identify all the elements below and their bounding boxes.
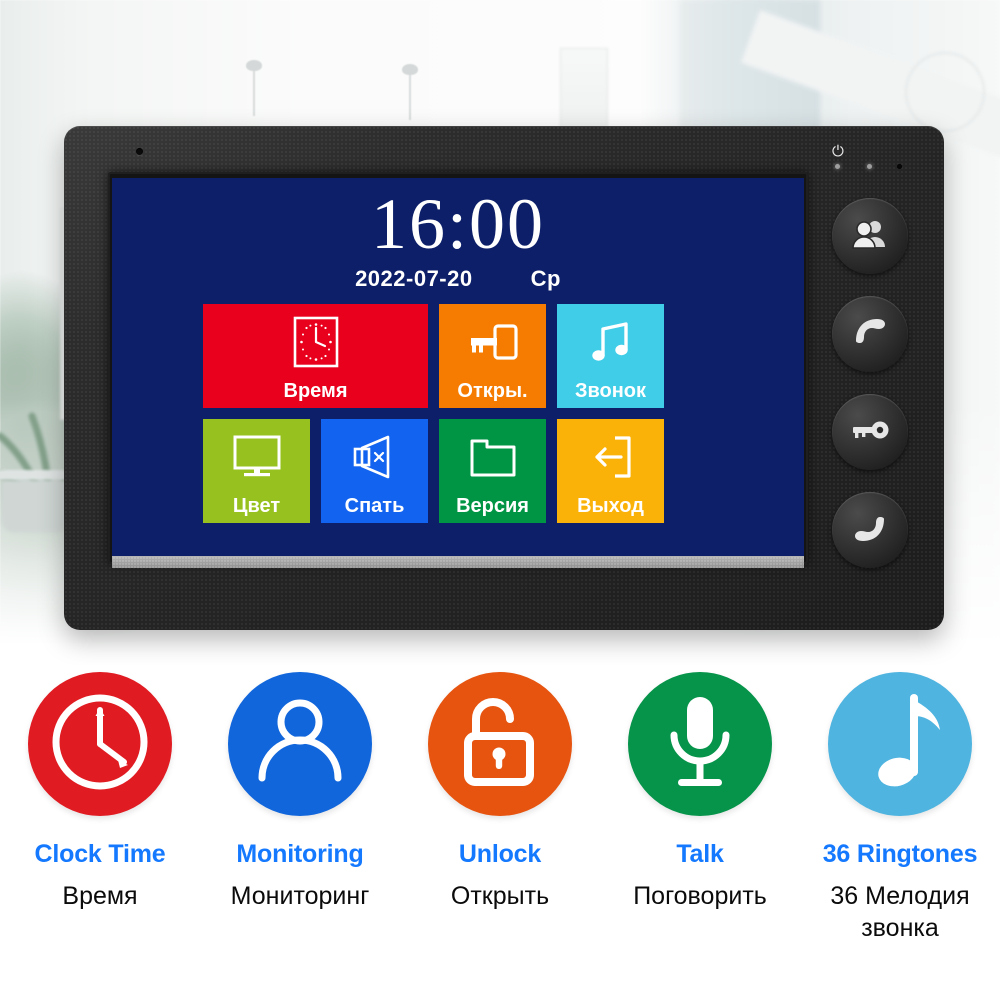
tile-label: Выход	[577, 495, 644, 517]
feature-icon-badge	[228, 672, 372, 816]
power-icon: ⏻	[832, 143, 844, 160]
tile-label: Откры.	[457, 380, 528, 402]
folder-icon	[439, 419, 546, 495]
menu-row-bottom: Цвет Спать Версия Выход	[203, 419, 715, 523]
feature-icon-badge	[428, 672, 572, 816]
feature-label-ru: Открыть	[450, 882, 550, 910]
talk-button[interactable]	[832, 296, 908, 372]
tile-time[interactable]: Время	[203, 304, 428, 408]
person-icon	[248, 690, 352, 799]
tile-ringtone[interactable]: Звонок	[557, 304, 664, 408]
screen-bottom-strip	[112, 556, 804, 568]
feature-label-ru: Поговорить	[633, 882, 767, 910]
feature-label-en: 36 Ringtones	[822, 840, 978, 868]
tile-label: Версия	[456, 495, 529, 517]
handset-up-icon	[851, 317, 889, 352]
handset-down-icon	[851, 513, 889, 548]
tile-version[interactable]: Версия	[439, 419, 546, 523]
intercom-monitor-device: ⏻ 16:00 2022-07-20 Ср Время Откры. Звоно…	[64, 126, 944, 630]
exit-icon	[557, 419, 664, 495]
feature-icon-badge	[28, 672, 172, 816]
music-note-icon	[852, 690, 948, 799]
room-pendant-lamp	[402, 64, 418, 120]
tile-sleep[interactable]: Спать	[321, 419, 428, 523]
room-pendant-lamp	[246, 60, 262, 116]
feature-label-ru: Мониторинг	[230, 882, 370, 910]
status-led	[867, 164, 872, 169]
feature-unlock: Unlock Открыть	[400, 672, 600, 1000]
tile-label: Время	[283, 380, 348, 402]
clock-time: 16:00	[370, 184, 545, 264]
open-lock-icon	[450, 690, 550, 799]
product-photo-stage: ⏻ 16:00 2022-07-20 Ср Время Откры. Звоно…	[0, 0, 1000, 665]
clock-icon	[46, 688, 154, 801]
monitor-button[interactable]	[832, 198, 908, 274]
feature-ringtones: 36 Ringtones 36 Мелодия звонка	[800, 672, 1000, 1000]
menu-tile-grid: Время Откры. Звонок Цвет Спать Версия Вы…	[203, 304, 715, 523]
microphone-icon	[652, 689, 748, 800]
clock-weekday: Ср	[530, 266, 561, 291]
power-indicator-cluster: ⏻	[828, 144, 938, 176]
status-led	[835, 164, 840, 169]
hangup-button[interactable]	[832, 492, 908, 568]
key-icon	[439, 304, 546, 380]
microphone-hole-icon	[136, 148, 143, 155]
feature-label-en: Unlock	[458, 840, 542, 868]
clock-date-row: 2022-07-20 Ср	[112, 266, 804, 292]
tile-label: Звонок	[574, 380, 647, 402]
room-flower-pot	[2, 480, 68, 532]
monitor-icon	[203, 419, 310, 495]
music-icon	[557, 304, 664, 380]
tile-exit[interactable]: Выход	[557, 419, 664, 523]
feature-label-ru: 36 Мелодия звонка	[830, 882, 970, 942]
feature-talk: Talk Поговорить	[600, 672, 800, 1000]
feature-clock-time: Clock Time Время	[0, 672, 200, 1000]
tile-label: Спать	[344, 495, 405, 517]
feature-icon-badge	[628, 672, 772, 816]
mute-icon	[321, 419, 428, 495]
menu-row-top: Время Откры. Звонок	[203, 304, 715, 408]
clock-icon	[203, 304, 428, 380]
feature-label-ru: Время	[62, 882, 138, 910]
feature-highlights-strip: Clock Time Время Monitoring Мониторинг U…	[0, 672, 1000, 1000]
feature-label-en: Clock Time	[34, 840, 166, 868]
tile-unlock[interactable]: Откры.	[439, 304, 546, 408]
clock-date: 2022-07-20	[355, 266, 473, 291]
feature-label-en: Monitoring	[236, 840, 364, 868]
monitor-screen[interactable]: 16:00 2022-07-20 Ср Время Откры. Звонок …	[112, 178, 804, 556]
unlock-button[interactable]	[832, 394, 908, 470]
feature-monitoring: Monitoring Мониторинг	[200, 672, 400, 1000]
two-people-icon	[852, 219, 888, 254]
tile-color[interactable]: Цвет	[203, 419, 310, 523]
tile-label: Цвет	[232, 495, 281, 517]
feature-icon-badge	[828, 672, 972, 816]
key-icon	[850, 419, 890, 446]
clock-display: 16:00 2022-07-20 Ср	[112, 184, 804, 292]
feature-label-en: Talk	[676, 840, 724, 868]
ir-sensor-icon	[897, 164, 902, 169]
room-chandelier	[905, 52, 985, 132]
